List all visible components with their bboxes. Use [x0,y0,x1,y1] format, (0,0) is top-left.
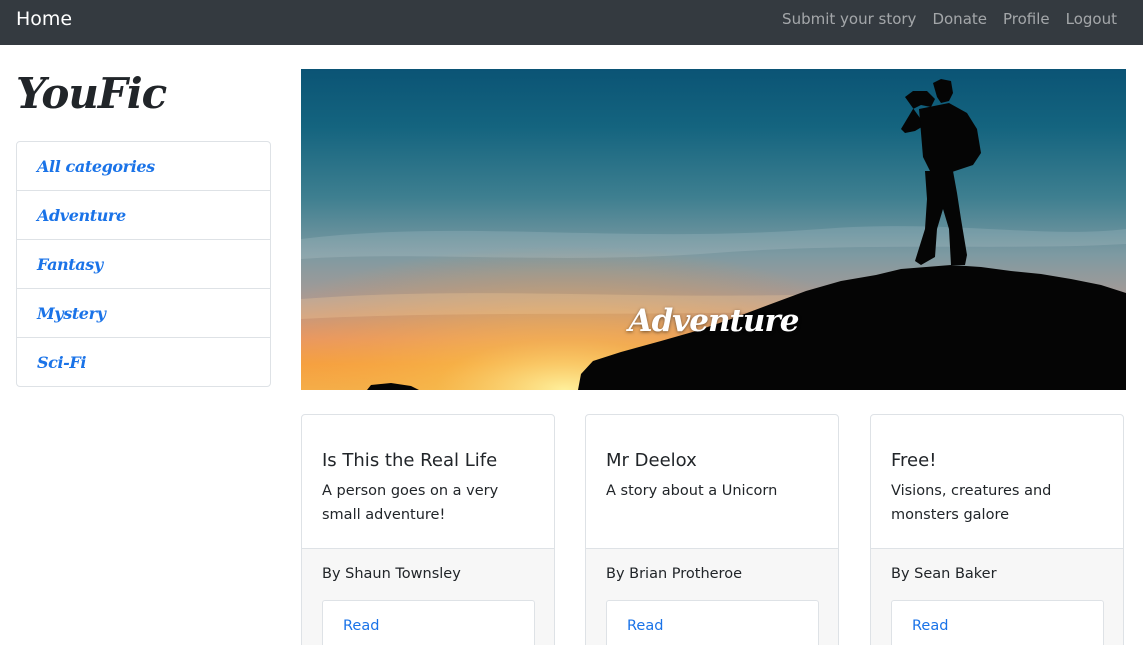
category-list: All categories Adventure Fantasy Mystery… [16,141,271,387]
story-card: Mr Deelox A story about a Unicorn By Bri… [585,414,839,645]
card-footer: By Sean Baker Read [871,548,1123,645]
card-body: Free! Visions, creatures and monsters ga… [871,415,1123,548]
category-link-mystery[interactable]: Mystery [37,304,106,323]
donate-link[interactable]: Donate [932,9,987,29]
hero-banner: Adventure [301,69,1126,390]
category-item-fantasy[interactable]: Fantasy [17,239,270,288]
card-body: Is This the Real Life A person goes on a… [302,415,554,548]
story-author: By Brian Protheroe [606,566,742,582]
read-button[interactable]: Read [606,600,819,645]
submit-story-link[interactable]: Submit your story [782,9,916,29]
story-card: Free! Visions, creatures and monsters ga… [870,414,1124,645]
card-footer: By Brian Protheroe Read [586,548,838,645]
story-title: Free! [891,450,937,471]
category-item-mystery[interactable]: Mystery [17,288,270,337]
story-description: A person goes on a very small adventure! [322,483,499,523]
read-button[interactable]: Read [322,600,535,645]
nav-links: Submit your story Donate Profile Logout [782,8,1117,30]
card-footer: By Shaun Townsley Read [302,548,554,645]
hero-title: Adventure [628,303,800,339]
category-item-scifi[interactable]: Sci-Fi [17,337,270,386]
story-author: By Shaun Townsley [322,566,461,582]
profile-link[interactable]: Profile [1003,9,1050,29]
hero-image [301,69,1126,390]
category-link-fantasy[interactable]: Fantasy [37,255,103,274]
story-description: A story about a Unicorn [606,483,778,499]
category-item-adventure[interactable]: Adventure [17,190,270,239]
logout-link[interactable]: Logout [1066,9,1117,29]
story-author: By Sean Baker [891,566,997,582]
site-logo: YouFic [16,69,167,118]
story-title: Is This the Real Life [322,450,498,471]
story-card: Is This the Real Life A person goes on a… [301,414,555,645]
category-link-adventure[interactable]: Adventure [37,206,126,225]
top-navbar: Home Submit your story Donate Profile Lo… [0,0,1143,45]
story-title: Mr Deelox [606,450,697,471]
category-link-all[interactable]: All categories [37,157,155,176]
home-link[interactable]: Home [16,7,72,31]
story-description: Visions, creatures and monsters galore [891,483,1052,523]
read-button[interactable]: Read [891,600,1104,645]
card-body: Mr Deelox A story about a Unicorn [586,415,838,548]
category-item-all[interactable]: All categories [17,142,270,190]
category-link-scifi[interactable]: Sci-Fi [37,353,86,372]
